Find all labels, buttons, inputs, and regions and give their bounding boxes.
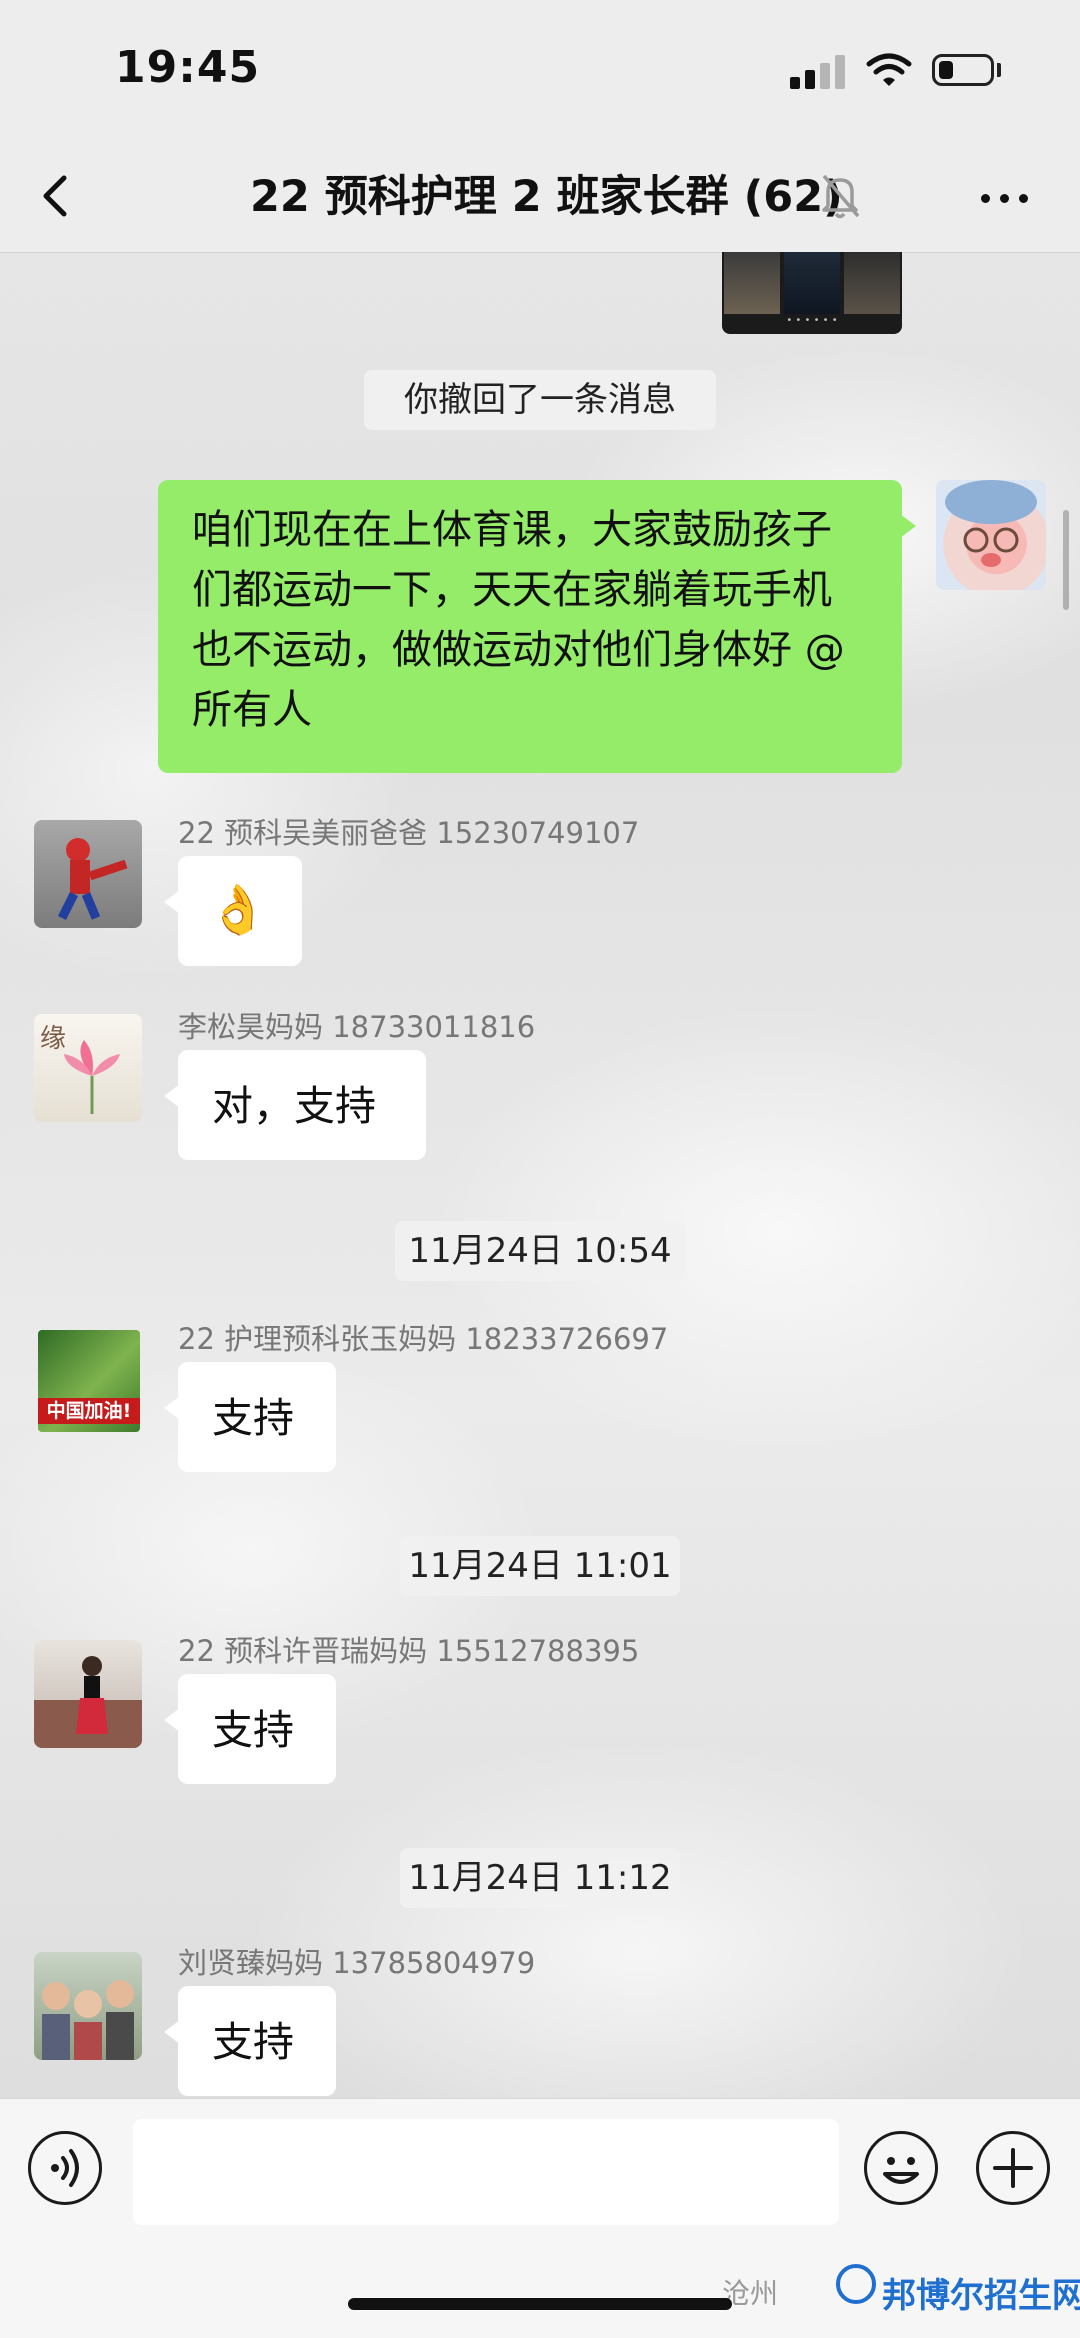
image-message[interactable]: • • • • • • xyxy=(722,252,902,334)
lotus-avatar-image xyxy=(64,1040,120,1114)
chat-title: 22 预科护理 2 班家长群 (62) xyxy=(250,172,843,222)
message-input[interactable] xyxy=(133,2119,839,2225)
more-icon[interactable] xyxy=(975,168,1035,228)
message-bubble[interactable]: 对，支持 xyxy=(164,1050,426,1160)
watermark-logo-icon xyxy=(836,2264,876,2304)
emoji-icon[interactable] xyxy=(864,2131,938,2205)
self-avatar-image xyxy=(945,480,1037,567)
avatar-lotus[interactable]: 缘 xyxy=(34,1014,142,1122)
message-bubble[interactable]: 👌 xyxy=(164,856,302,966)
system-notice: 你撤回了一条消息 xyxy=(364,370,716,430)
back-icon[interactable] xyxy=(28,158,88,234)
sender-name: 22 预科许晋瑞妈妈 15512788395 xyxy=(178,1634,640,1668)
add-icon[interactable] xyxy=(976,2131,1050,2205)
avatar-spiderman[interactable] xyxy=(34,820,142,928)
voice-icon[interactable] xyxy=(28,2131,102,2205)
sender-name: 刘贤臻妈妈 13785804979 xyxy=(178,1946,536,1980)
cellular-signal-icon xyxy=(790,55,846,89)
message-bubble[interactable]: 支持 xyxy=(164,1674,336,1784)
status-bar: 19:45 xyxy=(0,0,1080,140)
spiderman-avatar-image xyxy=(57,838,128,921)
scrollbar[interactable] xyxy=(1063,510,1069,610)
own-message-bubble[interactable]: 咱们现在在上体育课，大家鼓励孩子们都运动一下，天天在家躺着玩手机也不运动，做做运… xyxy=(158,480,916,773)
battery-icon xyxy=(932,54,994,86)
avatar-woman[interactable] xyxy=(34,1640,142,1748)
timestamp: 11月24日 10:54 xyxy=(395,1221,685,1281)
watermark-brand: 邦博尔招生网 xyxy=(882,2276,1080,2316)
avatar-china[interactable]: 中国加油! xyxy=(38,1330,140,1432)
timestamp: 11月24日 11:12 xyxy=(400,1848,680,1908)
message-bubble[interactable]: 支持 xyxy=(164,1362,336,1472)
message-bubble[interactable]: 支持 xyxy=(164,1986,336,2096)
status-time: 19:45 xyxy=(115,42,261,93)
woman-avatar-image xyxy=(34,1656,142,1748)
wifi-icon xyxy=(866,53,912,86)
mute-bell-icon xyxy=(822,174,860,219)
sender-name: 22 预科吴美丽爸爸 15230749107 xyxy=(178,816,640,850)
timestamp: 11月24日 11:01 xyxy=(400,1536,680,1596)
sender-name: 22 护理预科张玉妈妈 18233726697 xyxy=(178,1322,669,1356)
avatar-caption: 中国加油! xyxy=(38,1398,140,1424)
sender-name: 李松昊妈妈 18733011816 xyxy=(178,1010,536,1044)
home-indicator[interactable] xyxy=(348,2298,732,2310)
avatar-family[interactable] xyxy=(34,1952,142,2060)
self-avatar[interactable] xyxy=(936,480,1046,590)
chat-header: 22 预科护理 2 班家长群 (62) xyxy=(0,140,1080,253)
family-avatar-image xyxy=(42,1980,134,2060)
